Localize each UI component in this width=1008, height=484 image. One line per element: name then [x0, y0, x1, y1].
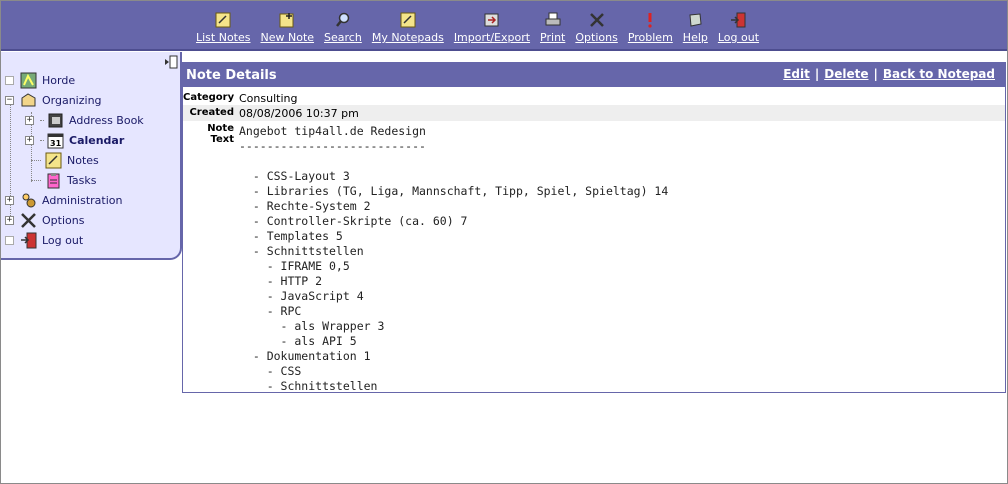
menu-help[interactable]: Help	[678, 11, 713, 47]
category-value: Consulting	[239, 92, 298, 105]
new-note-icon	[278, 11, 296, 29]
created-label: Created	[189, 107, 234, 118]
sidebar-item-administration[interactable]: + Administration	[5, 190, 144, 210]
top-menu-bar: List Notes New Note Search My Notepads I…	[1, 1, 1007, 51]
menu-options[interactable]: Options	[570, 11, 622, 47]
menu-print[interactable]: Print	[535, 11, 570, 47]
sidebar-tree: Horde − Organizing + Address Book + 31 C…	[5, 70, 144, 250]
separator: |	[814, 67, 820, 81]
my-notepads-icon	[399, 11, 417, 29]
menu-import-export[interactable]: Import/Export	[449, 11, 535, 47]
category-label: Category	[183, 92, 235, 103]
edit-link[interactable]: Edit	[783, 67, 810, 81]
collapse-sidebar-icon[interactable]	[164, 55, 178, 69]
search-icon	[334, 11, 352, 29]
help-icon	[686, 11, 704, 29]
print-icon	[544, 11, 562, 29]
tasks-icon	[45, 172, 62, 189]
notes-icon	[45, 152, 62, 169]
horde-icon	[20, 72, 37, 89]
menu-label: Log out	[717, 31, 760, 44]
organizing-icon	[20, 92, 37, 109]
sidebar-item-tasks[interactable]: Tasks	[5, 170, 144, 190]
created-value: 08/08/2006 10:37 pm	[239, 107, 359, 120]
menu-label: List Notes	[196, 31, 251, 44]
svg-text:31: 31	[50, 139, 62, 148]
import-export-icon	[483, 11, 501, 29]
logout-icon	[729, 11, 747, 29]
sidebar-item-organizing[interactable]: − Organizing	[5, 90, 144, 110]
tree-leaf-icon	[5, 235, 14, 245]
note-actions: Edit | Delete | Back to Notepad	[783, 67, 995, 81]
tree-leaf-icon	[5, 75, 14, 85]
sidebar-item-label: Organizing	[42, 93, 102, 107]
options-icon	[20, 212, 37, 229]
expand-icon[interactable]: +	[25, 135, 34, 145]
separator: |	[873, 67, 878, 81]
sidebar-item-notes[interactable]: Notes	[5, 150, 144, 170]
sidebar: Horde − Organizing + Address Book + 31 C…	[1, 52, 182, 260]
main-menu: List Notes New Note Search My Notepads I…	[191, 11, 764, 47]
back-to-notepad-link[interactable]: Back to Notepad	[883, 67, 995, 81]
menu-label: My Notepads	[371, 31, 444, 44]
expand-icon[interactable]: +	[5, 215, 14, 225]
note-text-row: Note Text Angebot tip4all.de Redesign --…	[183, 121, 1005, 394]
menu-list-notes[interactable]: List Notes	[191, 11, 256, 47]
delete-link[interactable]: Delete	[824, 67, 868, 81]
menu-new-note[interactable]: New Note	[256, 11, 320, 47]
expand-icon[interactable]: +	[5, 195, 14, 205]
sidebar-item-label: Log out	[42, 233, 84, 247]
sidebar-item-calendar[interactable]: + 31 Calendar	[5, 130, 144, 150]
note-text-body: Angebot tip4all.de Redesign ------------…	[239, 124, 669, 393]
menu-log-out[interactable]: Log out	[713, 11, 764, 47]
sidebar-item-horde[interactable]: Horde	[5, 70, 144, 90]
note-details-panel: Note Details Edit | Delete | Back to Not…	[182, 62, 1006, 393]
logout-icon	[20, 232, 37, 249]
sidebar-item-label: Administration	[42, 193, 123, 207]
menu-label: Search	[324, 31, 362, 44]
page-title: Note Details	[186, 68, 277, 83]
menu-label: Problem	[627, 31, 673, 44]
sidebar-item-label: Calendar	[69, 133, 125, 147]
list-notes-icon	[214, 11, 232, 29]
category-row: Category Consulting	[183, 89, 1005, 105]
options-icon	[588, 11, 606, 29]
menu-label: New Note	[260, 31, 315, 44]
menu-problem[interactable]: Problem	[623, 11, 678, 47]
problem-icon	[641, 11, 659, 29]
menu-label: Options	[575, 31, 618, 44]
address-book-icon	[47, 112, 64, 129]
administration-icon	[20, 192, 37, 209]
sidebar-item-label: Options	[42, 213, 85, 227]
menu-label: Print	[540, 31, 566, 44]
collapse-icon[interactable]: −	[5, 95, 14, 105]
tree-connector	[31, 159, 41, 161]
menu-search[interactable]: Search	[319, 11, 367, 47]
created-row: Created 08/08/2006 10:37 pm	[183, 105, 1005, 121]
tree-connector	[40, 139, 44, 141]
menu-my-notepads[interactable]: My Notepads	[367, 11, 449, 47]
sidebar-item-label: Address Book	[69, 113, 144, 127]
sidebar-item-log-out[interactable]: Log out	[5, 230, 144, 250]
calendar-icon: 31	[47, 132, 64, 149]
sidebar-item-label: Horde	[42, 73, 76, 87]
expand-icon[interactable]: +	[25, 115, 34, 125]
sidebar-item-label: Notes	[67, 153, 99, 167]
sidebar-item-address-book[interactable]: + Address Book	[5, 110, 144, 130]
sidebar-item-label: Tasks	[67, 173, 97, 187]
note-text-label: Note Text	[207, 123, 234, 145]
panel-header: Note Details Edit | Delete | Back to Not…	[183, 63, 1005, 87]
menu-label: Import/Export	[453, 31, 531, 44]
tree-connector	[31, 179, 41, 181]
tree-connector	[40, 119, 44, 121]
sidebar-item-options[interactable]: + Options	[5, 210, 144, 230]
menu-label: Help	[682, 31, 708, 44]
